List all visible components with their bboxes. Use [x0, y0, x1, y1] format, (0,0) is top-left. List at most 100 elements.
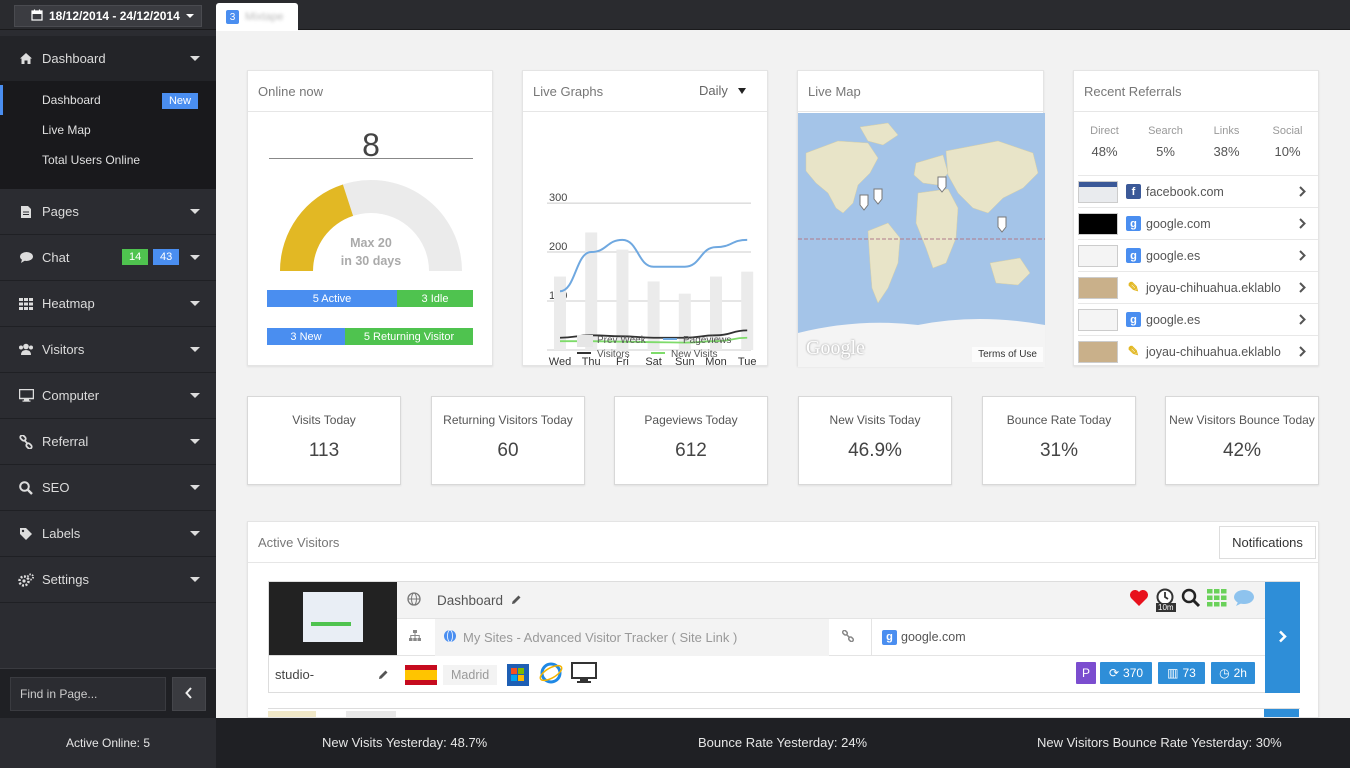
- file-icon: [18, 204, 34, 220]
- site-link[interactable]: My Sites - Advanced Visitor Tracker ( Si…: [463, 630, 737, 645]
- online-now-panel: Online now 8 Max 20 in 30 days 5 Active …: [247, 70, 493, 366]
- sidebar-item-visitors[interactable]: Visitors: [0, 327, 216, 373]
- sidebar-item-heatmap[interactable]: Heatmap: [0, 281, 216, 327]
- visitor-screenshot[interactable]: [269, 582, 397, 655]
- stat-new-visits-today: New Visits Today 46.9%: [798, 396, 952, 485]
- legend-label: Prev Week: [597, 335, 647, 346]
- chevron-right-icon: [1299, 314, 1306, 328]
- x-tick-label: Tue: [738, 356, 757, 367]
- home-icon: [18, 51, 34, 67]
- notifications-button[interactable]: Notifications: [1219, 526, 1316, 559]
- bottom-status-bar: Active Online: 5 New Visits Yesterday: 4…: [0, 718, 1350, 768]
- clock-icon[interactable]: 10m: [1155, 588, 1176, 612]
- top-bar: 18/12/2014 - 24/12/2014 3 Mixtape: [0, 0, 1350, 31]
- stat-search: Search 5%: [1148, 125, 1183, 159]
- subnav-item-dashboard[interactable]: Dashboard New: [0, 85, 216, 115]
- referral-row[interactable]: g google.es: [1078, 303, 1318, 335]
- visitor-name: studio-: [275, 667, 315, 682]
- world-map[interactable]: [798, 113, 1045, 367]
- stat-direct: Direct 48%: [1090, 125, 1119, 159]
- chevron-right-icon: [1299, 346, 1306, 360]
- sidebar-item-seo[interactable]: SEO: [0, 465, 216, 511]
- chart-count-button[interactable]: ▥ 73: [1158, 662, 1205, 684]
- desktop-icon: [571, 662, 598, 687]
- legend-label: Pageviews: [683, 335, 731, 346]
- subnav-item-live-map[interactable]: Live Map: [0, 115, 216, 145]
- sidebar-item-computer[interactable]: Computer: [0, 373, 216, 419]
- terms-of-use-link[interactable]: Terms of Use: [972, 347, 1043, 362]
- stat-value: 612: [675, 440, 707, 461]
- sidebar-item-label: Visitors: [42, 342, 85, 357]
- visitor-page[interactable]: Dashboard: [437, 593, 503, 608]
- prev-week-bar: [585, 232, 598, 350]
- edit-pencil-icon[interactable]: [378, 668, 389, 683]
- sidebar-item-referral[interactable]: Referral: [0, 419, 216, 465]
- active-segment: 5 Active: [267, 290, 397, 307]
- calendar-icon: [31, 9, 43, 24]
- sidebar-item-settings[interactable]: Settings: [0, 557, 216, 603]
- edit-pencil-icon[interactable]: [511, 593, 522, 608]
- referral-site: joyau-chihuahua.eklablo: [1146, 280, 1281, 295]
- google-icon: g: [1126, 312, 1141, 327]
- chat-icon: [18, 250, 34, 266]
- heatmap-grid-icon[interactable]: [1207, 589, 1227, 610]
- live-chart: 100200300WedThuFriSatSunMonTuePrev WeekP…: [547, 192, 757, 367]
- referrer-box[interactable]: g google.com: [871, 618, 1265, 656]
- google-icon: g: [1126, 216, 1141, 231]
- stat-label: Bounce Rate Today: [1006, 413, 1112, 427]
- legend-swatch: [577, 335, 593, 347]
- sidebar-item-pages[interactable]: Pages: [0, 189, 216, 235]
- caret-down-icon: [190, 393, 200, 398]
- dashboard-submenu: Dashboard New Live Map Total Users Onlin…: [0, 81, 216, 189]
- collapse-sidebar-button[interactable]: [172, 677, 206, 711]
- referral-row[interactable]: ✎ joyau-chihuahua.eklablo: [1078, 271, 1318, 303]
- time-button[interactable]: ◷ 2h: [1211, 662, 1255, 684]
- chat-bubble-icon[interactable]: [1233, 589, 1255, 610]
- link-icon: [841, 629, 855, 645]
- site-link-box[interactable]: My Sites - Advanced Visitor Tracker ( Si…: [435, 618, 829, 656]
- sidebar-item-label: Settings: [42, 572, 89, 587]
- referral-row[interactable]: g google.es: [1078, 239, 1318, 271]
- sidebar-item-label: Referral: [42, 434, 89, 449]
- tab-site[interactable]: 3 Mixtape: [216, 3, 298, 31]
- period-select[interactable]: Daily: [699, 83, 746, 98]
- search-icon: [18, 480, 34, 496]
- referral-row[interactable]: g google.com: [1078, 207, 1318, 239]
- referral-row[interactable]: f facebook.com: [1078, 175, 1318, 207]
- find-in-page-input[interactable]: [10, 677, 166, 711]
- date-range-picker[interactable]: 18/12/2014 - 24/12/2014: [14, 5, 202, 27]
- panel-title: Live Graphs: [533, 83, 604, 99]
- stat-label: New Visits Today: [829, 413, 921, 427]
- subnav-label: Total Users Online: [42, 153, 141, 167]
- site-thumbnail: [1078, 308, 1118, 331]
- heart-icon[interactable]: [1129, 589, 1149, 610]
- caret-down-icon: [190, 209, 200, 214]
- caret-down-icon: [190, 439, 200, 444]
- p-badge[interactable]: P: [1076, 662, 1096, 684]
- magnifier-icon[interactable]: [1181, 588, 1201, 611]
- sidebar-item-chat[interactable]: Chat 14 43: [0, 235, 216, 281]
- open-visitor-button[interactable]: [1265, 582, 1300, 693]
- refresh-count-button[interactable]: ⟳ 370: [1100, 662, 1152, 684]
- sitemap-icon: [409, 629, 421, 645]
- stat-value: 60: [497, 440, 519, 461]
- sidebar-item-labels[interactable]: Labels: [0, 511, 216, 557]
- subnav-item-total-users-online[interactable]: Total Users Online: [0, 145, 216, 175]
- referral-site: facebook.com: [1146, 184, 1224, 199]
- tab-label: Mixtape: [245, 11, 284, 23]
- visitor-site-row: My Sites - Advanced Visitor Tracker ( Si…: [397, 618, 1265, 656]
- active-visitors-panel: Active Visitors Notifications studio- Da…: [247, 521, 1319, 718]
- date-range-label: 18/12/2014 - 24/12/2014: [49, 9, 180, 23]
- refresh-icon: ⟳: [1108, 666, 1120, 680]
- divider-line: [269, 158, 473, 159]
- visitor-page-row: Dashboard 10m: [397, 582, 1265, 619]
- spain-flag-icon: [405, 664, 437, 685]
- legend-label: New Visits: [671, 349, 718, 360]
- sidebar-item-dashboard[interactable]: Dashboard: [0, 36, 216, 82]
- referral-row[interactable]: ✎ joyau-chihuahua.eklablo: [1078, 335, 1318, 367]
- site-thumbnail: [1078, 340, 1118, 363]
- chevron-left-icon: [185, 686, 193, 702]
- prev-week-bar: [554, 276, 566, 350]
- google-logo: Google: [806, 337, 865, 359]
- referral-stats: Direct 48% Search 5% Links 38% Social 10%: [1074, 125, 1320, 159]
